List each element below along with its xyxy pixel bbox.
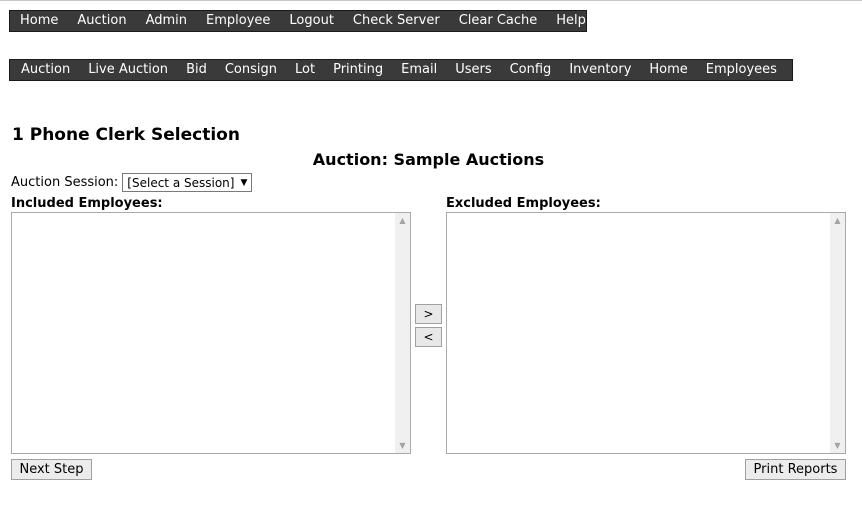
subnav-item-consign[interactable]: Consign: [216, 60, 286, 80]
print-reports-button[interactable]: Print Reports: [745, 459, 846, 480]
nav-item-auction[interactable]: Auction: [69, 11, 137, 31]
scroll-down-arrow-icon[interactable]: ▼: [830, 438, 845, 453]
move-left-button[interactable]: <: [415, 327, 442, 347]
subnav-item-printing[interactable]: Printing: [324, 60, 392, 80]
next-step-button[interactable]: Next Step: [11, 459, 92, 480]
session-select[interactable]: [Select a Session] ▼: [122, 173, 253, 192]
nav-item-help[interactable]: Help: [548, 11, 597, 31]
nav-item-admin[interactable]: Admin: [138, 11, 198, 31]
subnav-item-inventory[interactable]: Inventory: [560, 60, 640, 80]
page-title: 1 Phone Clerk Selection: [12, 125, 240, 145]
nav-item-home[interactable]: Home: [12, 11, 69, 31]
nav-item-clear-cache[interactable]: Clear Cache: [451, 11, 549, 31]
subnav-item-live-auction[interactable]: Live Auction: [79, 60, 177, 80]
session-label: Auction Session:: [11, 175, 119, 190]
session-row: Auction Session: [Select a Session] ▼: [11, 173, 253, 192]
subnav-item-bid[interactable]: Bid: [177, 60, 216, 80]
nav-item-employee[interactable]: Employee: [198, 11, 281, 31]
nav-item-check-server[interactable]: Check Server: [345, 11, 451, 31]
nav-item-logout[interactable]: Logout: [281, 11, 345, 31]
included-employees-label: Included Employees:: [11, 196, 163, 211]
subnav-item-users[interactable]: Users: [446, 60, 500, 80]
chevron-down-icon: ▼: [240, 177, 248, 188]
session-selected-value: [Select a Session]: [127, 175, 235, 190]
scroll-down-arrow-icon[interactable]: ▼: [395, 438, 410, 453]
auction-title: Auction: Sample Auctions: [312, 150, 545, 169]
excluded-employees-label: Excluded Employees:: [446, 196, 601, 211]
excluded-list-scrollbar[interactable]: ▲ ▼: [830, 213, 845, 453]
excluded-employees-list[interactable]: ▲ ▼: [446, 212, 846, 454]
included-list-scrollbar[interactable]: ▲ ▼: [395, 213, 410, 453]
subnav-item-auction[interactable]: Auction: [12, 60, 79, 80]
main-nav-bar: Home Auction Admin Employee Logout Check Serv…: [9, 10, 587, 32]
move-right-button[interactable]: >: [415, 304, 442, 324]
subnav-item-email[interactable]: Email: [392, 60, 446, 80]
scroll-up-arrow-icon[interactable]: ▲: [395, 213, 410, 228]
scroll-up-arrow-icon[interactable]: ▲: [830, 213, 845, 228]
subnav-item-home[interactable]: Home: [640, 60, 696, 80]
sub-nav-bar: Auction Live Auction Bid Consign Lot Printing…: [9, 59, 793, 81]
subnav-item-employees[interactable]: Employees: [697, 60, 786, 80]
included-employees-list[interactable]: ▲ ▼: [11, 212, 411, 454]
subnav-item-config[interactable]: Config: [501, 60, 561, 80]
subnav-item-lot[interactable]: Lot: [286, 60, 324, 80]
